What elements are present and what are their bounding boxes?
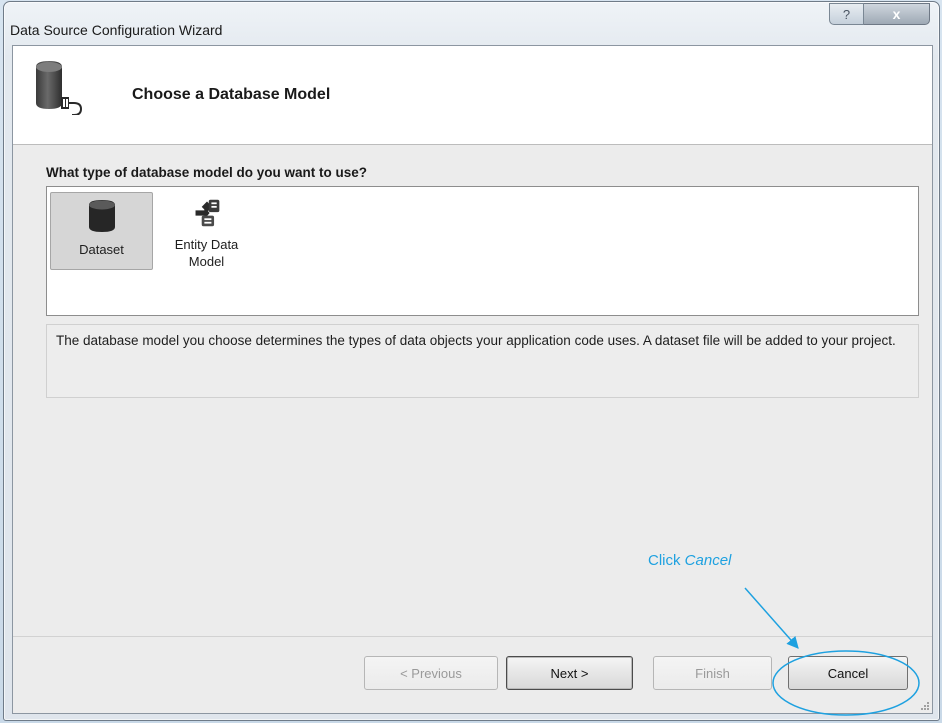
model-entity-data-model[interactable]: Entity Data Model	[155, 192, 258, 270]
entity-data-model-icon	[195, 199, 219, 227]
button-separator	[13, 636, 932, 637]
previous-button[interactable]: < Previous	[364, 656, 498, 690]
close-icon: x	[892, 6, 901, 22]
wizard-body: Choose a Database Model What type of dat…	[12, 45, 933, 714]
wizard-window: Data Source Configuration Wizard ? x Cho…	[3, 1, 940, 721]
model-label: Dataset	[79, 242, 124, 257]
title-bar[interactable]: Data Source Configuration Wizard ? x	[4, 2, 939, 47]
finish-button[interactable]: Finish	[653, 656, 772, 690]
close-button[interactable]: x	[864, 3, 930, 25]
database-connect-icon	[36, 61, 83, 115]
window-title: Data Source Configuration Wizard	[10, 22, 223, 38]
callout-label: Click Cancel	[648, 552, 731, 569]
cancel-button[interactable]: Cancel	[788, 656, 908, 690]
help-icon: ?	[842, 6, 851, 22]
page-title: Choose a Database Model	[132, 86, 331, 103]
wizard-header: Choose a Database Model	[13, 46, 932, 145]
database-icon	[88, 200, 115, 232]
model-description: The database model you choose determines…	[46, 324, 919, 398]
help-button[interactable]: ?	[829, 3, 864, 25]
callout-prefix: Click	[648, 552, 685, 569]
model-label: Entity Data Model	[174, 237, 239, 269]
resize-grip-icon[interactable]	[920, 701, 930, 711]
question-label: What type of database model do you want …	[46, 165, 368, 180]
model-dataset[interactable]: Dataset	[50, 192, 153, 270]
callout-emphasis: Cancel	[684, 552, 732, 569]
next-button[interactable]: Next >	[506, 656, 633, 690]
model-list[interactable]: Dataset Entity Data Model	[46, 186, 919, 316]
